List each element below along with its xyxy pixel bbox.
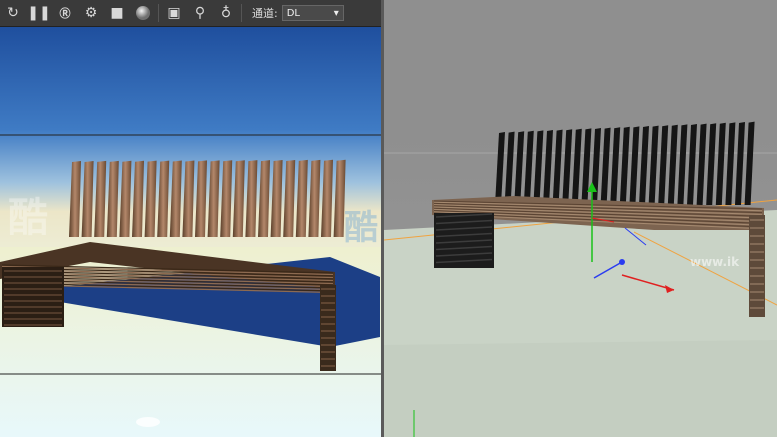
pin-icon[interactable]: ⚲ bbox=[187, 3, 213, 23]
channel-selector: 通道: DL ▾ bbox=[252, 5, 344, 21]
settings-icon[interactable]: ⚙ bbox=[78, 3, 104, 23]
watermark-url: www.ik bbox=[690, 255, 740, 269]
render-toolbar: ↻ ❚❚ Ⓡ ⚙ ■ ▣ ⚲ ♁ 通道: DL ▾ bbox=[0, 0, 381, 27]
render-region-icon[interactable]: Ⓡ bbox=[52, 3, 78, 23]
viewport-pane[interactable] bbox=[384, 0, 777, 437]
pause-icon[interactable]: ❚❚ bbox=[26, 3, 52, 23]
render-view-pane: ↻ ❚❚ Ⓡ ⚙ ■ ▣ ⚲ ♁ 通道: DL ▾ bbox=[0, 0, 381, 437]
channel-value: DL bbox=[286, 7, 300, 19]
toolbar-separator bbox=[241, 4, 242, 22]
refresh-icon[interactable]: ↻ bbox=[0, 3, 26, 23]
lock-icon[interactable]: ■ bbox=[104, 3, 130, 23]
watermark-logo: 酷 bbox=[344, 208, 378, 248]
toolbar-separator bbox=[158, 4, 159, 22]
chevron-down-icon: ▾ bbox=[333, 7, 339, 19]
sphere-icon[interactable] bbox=[130, 3, 156, 23]
pin-alt-icon[interactable]: ♁ bbox=[213, 3, 239, 23]
channel-label: 通道: bbox=[252, 7, 278, 20]
editor-viewport[interactable] bbox=[384, 0, 777, 437]
render-viewport[interactable] bbox=[0, 27, 381, 437]
watermark-logo: 酷 bbox=[8, 195, 48, 241]
frame-icon[interactable]: ▣ bbox=[161, 3, 187, 23]
channel-dropdown[interactable]: DL ▾ bbox=[281, 5, 344, 21]
